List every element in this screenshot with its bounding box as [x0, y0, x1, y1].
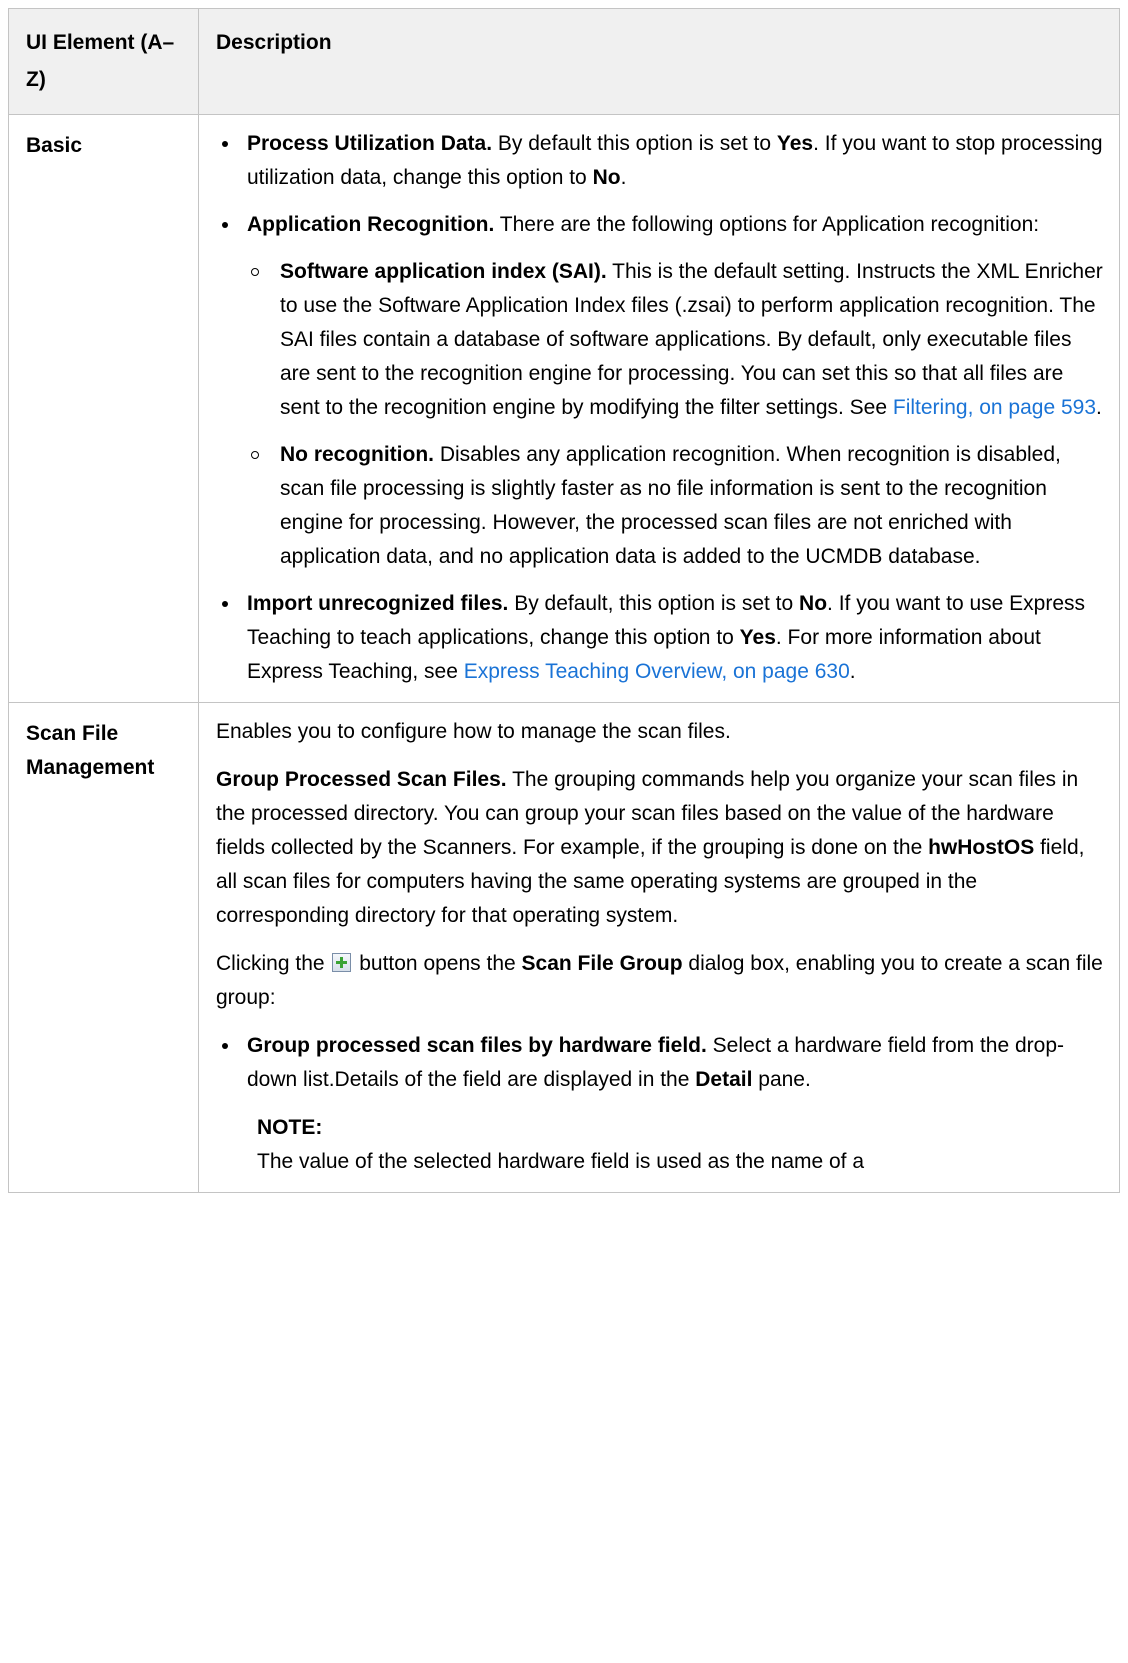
row-label-scan-file-management: Scan File Management — [8, 702, 199, 1193]
list-item-group-by-hardware: Group processed scan files by hardware f… — [222, 1029, 1105, 1179]
header-description: Description — [198, 8, 1120, 115]
row-description-basic: Process Utilization Data. By default thi… — [198, 114, 1120, 703]
list-item-application-recognition: Application Recognition. There are the f… — [222, 208, 1105, 574]
express-teaching-link[interactable]: Express Teaching Overview, on page 630 — [464, 660, 850, 683]
list-item-no-recognition: No recognition. Disables any application… — [251, 438, 1105, 574]
note-text: The value of the selected hardware field… — [257, 1150, 865, 1173]
ui-elements-table: UI Element (A–Z) Description Basic Proce… — [8, 8, 1120, 1193]
list-item-process-utilization: Process Utilization Data. By default thi… — [222, 127, 1105, 195]
list-item-import-unrecognized: Import unrecognized files. By default, t… — [222, 587, 1105, 689]
scan-intro: Enables you to configure how to manage t… — [216, 720, 731, 743]
list-item-sai: Software application index (SAI). This i… — [251, 255, 1105, 425]
note-title: NOTE: — [257, 1116, 323, 1139]
add-icon[interactable] — [332, 953, 352, 972]
row-description-scan-file-management: Enables you to configure how to manage t… — [198, 702, 1120, 1193]
row-label-basic: Basic — [8, 114, 199, 703]
note-block: NOTE: The value of the selected hardware… — [257, 1111, 1105, 1179]
clicking-paragraph: Clicking the button opens the Scan File … — [216, 952, 1103, 1009]
header-ui-element: UI Element (A–Z) — [8, 8, 199, 115]
basic-options-list: Process Utilization Data. By default thi… — [216, 127, 1105, 689]
table-row-basic: Basic Process Utilization Data. By defau… — [8, 114, 1120, 703]
recognition-options-list: Software application index (SAI). This i… — [247, 255, 1105, 574]
filtering-link[interactable]: Filtering, on page 593 — [893, 396, 1096, 419]
scan-group-options-list: Group processed scan files by hardware f… — [216, 1029, 1105, 1179]
table-header-row: UI Element (A–Z) Description — [8, 8, 1120, 115]
table-row-scan-file-management: Scan File Management Enables you to conf… — [8, 702, 1120, 1193]
group-processed-paragraph: Group Processed Scan Files. The grouping… — [216, 768, 1085, 927]
